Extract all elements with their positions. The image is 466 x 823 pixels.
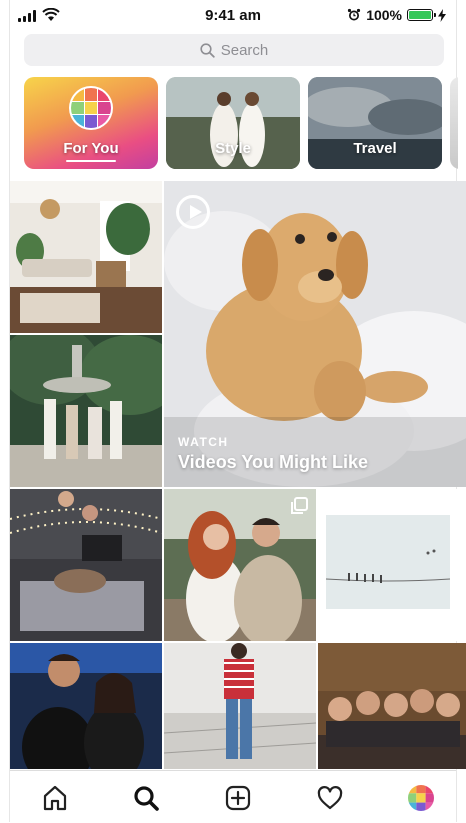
- profile-avatar: [408, 785, 434, 811]
- fountain-photo: [10, 335, 162, 487]
- play-icon: [176, 195, 210, 229]
- grid-post-couple-forest[interactable]: [164, 489, 316, 641]
- tab-home[interactable]: [38, 781, 72, 815]
- grid-post-interior[interactable]: [10, 181, 162, 333]
- category-style[interactable]: Style: [166, 77, 300, 169]
- bedroom-photo: [10, 489, 162, 641]
- birds-wire-photo: [318, 489, 466, 641]
- add-post-icon: [225, 785, 251, 811]
- fashion-street-photo: [164, 643, 316, 769]
- grid-post-birds-wire[interactable]: [318, 489, 466, 641]
- battery-level: [409, 11, 431, 19]
- tab-profile[interactable]: [404, 781, 438, 815]
- heart-icon: [317, 786, 343, 810]
- grid-post-fountain[interactable]: [10, 335, 162, 487]
- charging-icon: [438, 8, 446, 22]
- tab-new-post[interactable]: [221, 781, 255, 815]
- grid-post-group-party[interactable]: [318, 643, 466, 769]
- category-next-peek[interactable]: [450, 77, 458, 169]
- tab-activity[interactable]: [313, 781, 347, 815]
- bottom-tab-bar: [10, 770, 456, 823]
- tab-search[interactable]: [129, 781, 163, 815]
- watch-title: Videos You Might Like: [178, 452, 369, 472]
- grid-post-couple-formal[interactable]: [10, 643, 162, 769]
- group-party-photo: [318, 643, 466, 769]
- search-input[interactable]: Search: [24, 34, 444, 66]
- grid-post-bedroom[interactable]: [10, 489, 162, 641]
- grid-post-fashion-street[interactable]: [164, 643, 316, 769]
- category-travel[interactable]: Travel: [308, 77, 442, 169]
- featured-video-tile[interactable]: WATCH Videos You Might Like: [164, 181, 466, 487]
- couple-formal-photo: [10, 643, 162, 769]
- explore-grid: WATCH Videos You Might Like: [10, 181, 466, 769]
- alarm-icon: [348, 8, 361, 21]
- home-icon: [43, 785, 67, 811]
- search-icon: [134, 786, 159, 811]
- status-bar: 9:41 am 100%: [10, 0, 456, 32]
- search-icon: [200, 42, 215, 58]
- category-label: Travel: [353, 140, 397, 157]
- for-you-grid-icon: [71, 88, 111, 128]
- selected-indicator: [66, 160, 116, 162]
- explore-screen: 9:41 am 100% Search For You Style Travel…: [9, 0, 466, 823]
- category-label: For You: [63, 140, 119, 157]
- watch-kicker: WATCH: [178, 435, 229, 449]
- category-label: Style: [215, 140, 251, 157]
- multiple-photos-icon: [291, 497, 308, 514]
- search-placeholder: Search: [220, 41, 269, 59]
- battery-icon: [407, 9, 436, 21]
- battery-percent: 100%: [366, 7, 402, 23]
- status-right: 100%: [347, 7, 446, 23]
- category-carousel[interactable]: For You Style Travel: [24, 77, 458, 171]
- category-for-you[interactable]: For You: [24, 77, 158, 169]
- interior-photo: [10, 181, 162, 333]
